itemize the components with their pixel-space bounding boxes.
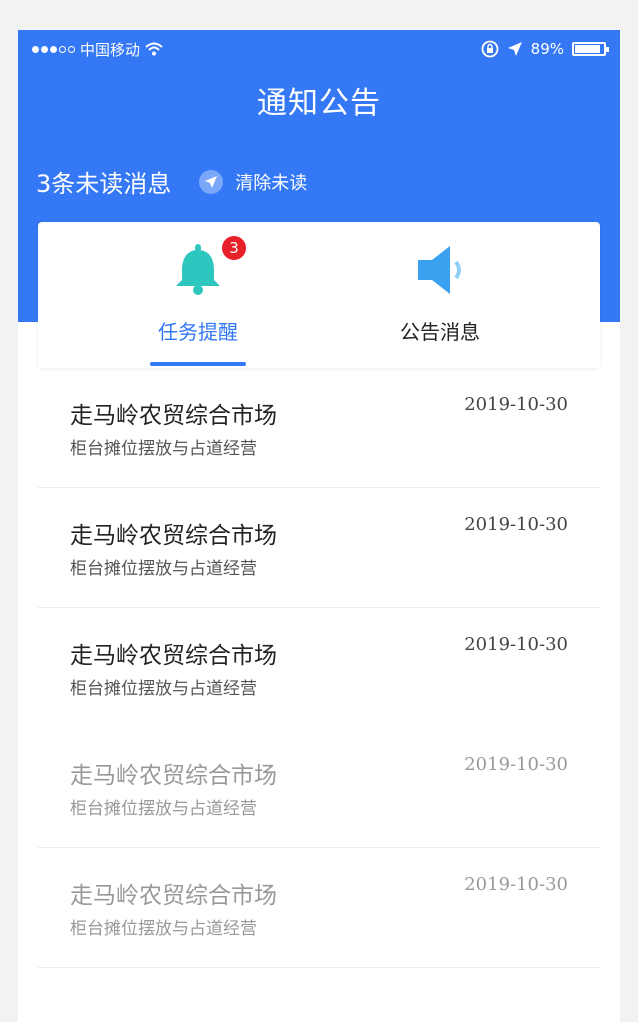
clear-unread-button[interactable]: 清除未读 (199, 169, 307, 195)
tab-label: 任务提醒 (158, 320, 238, 344)
tab-task-reminder[interactable]: 3 任务提醒 (98, 222, 298, 368)
battery-icon (572, 42, 609, 56)
notice-date: 2019-10-30 (464, 634, 568, 655)
location-arrow-icon (507, 42, 522, 56)
notice-title: 走马岭农贸综合市场 (70, 763, 277, 789)
notice-date: 2019-10-30 (464, 754, 568, 775)
unread-count-text: 3条未读消息 (36, 170, 172, 198)
phone-screen: 中国移动 89% 通知公告 3条未读消息 清除未读 3 任务提醒 公告消息 走马… (18, 30, 620, 1022)
notice-subtitle: 柜台摊位摆放与占道经营 (70, 559, 257, 579)
bell-icon (176, 244, 220, 295)
notice-title: 走马岭农贸综合市场 (70, 403, 277, 429)
clear-unread-label: 清除未读 (235, 172, 308, 194)
list-item[interactable]: 走马岭农贸综合市场 柜台摊位摆放与占道经营 2019-10-30 (38, 368, 600, 488)
send-icon (199, 169, 224, 194)
active-tab-indicator (150, 362, 246, 366)
notice-date: 2019-10-30 (464, 874, 568, 895)
list-item[interactable]: 走马岭农贸综合市场 柜台摊位摆放与占道经营 2019-10-30 (38, 608, 600, 728)
list-item[interactable]: 走马岭农贸综合市场 柜台摊位摆放与占道经营 2019-10-30 (38, 488, 600, 608)
tab-announcements[interactable]: 公告消息 (340, 222, 540, 368)
notice-title: 走马岭农贸综合市场 (70, 523, 277, 549)
notice-list: 走马岭农贸综合市场 柜台摊位摆放与占道经营 2019-10-30 走马岭农贸综合… (38, 368, 600, 968)
list-item[interactable]: 走马岭农贸综合市场 柜台摊位摆放与占道经营 2019-10-30 (38, 848, 600, 968)
notice-date: 2019-10-30 (464, 394, 568, 415)
notice-subtitle: 柜台摊位摆放与占道经营 (70, 799, 257, 819)
notice-subtitle: 柜台摊位摆放与占道经营 (70, 439, 257, 459)
notice-date: 2019-10-30 (464, 514, 568, 535)
lock-rotation-icon (481, 40, 499, 58)
signal-icon (32, 45, 75, 53)
status-bar: 中国移动 89% (18, 30, 620, 68)
unread-summary: 3条未读消息 清除未读 (36, 164, 307, 199)
tab-card: 3 任务提醒 公告消息 (38, 222, 600, 368)
carrier-label: 中国移动 (80, 40, 141, 59)
list-item[interactable]: 走马岭农贸综合市场 柜台摊位摆放与占道经营 2019-10-30 (38, 728, 600, 848)
tab-label: 公告消息 (400, 320, 480, 344)
notice-title: 走马岭农贸综合市场 (70, 883, 277, 909)
wifi-icon (145, 42, 163, 56)
unread-badge: 3 (222, 236, 246, 260)
notice-subtitle: 柜台摊位摆放与占道经营 (70, 919, 257, 939)
battery-percent: 89% (530, 40, 564, 58)
speaker-icon (418, 246, 461, 294)
notice-title: 走马岭农贸综合市场 (70, 643, 277, 669)
page-title: 通知公告 (257, 86, 381, 121)
notice-subtitle: 柜台摊位摆放与占道经营 (70, 679, 257, 699)
